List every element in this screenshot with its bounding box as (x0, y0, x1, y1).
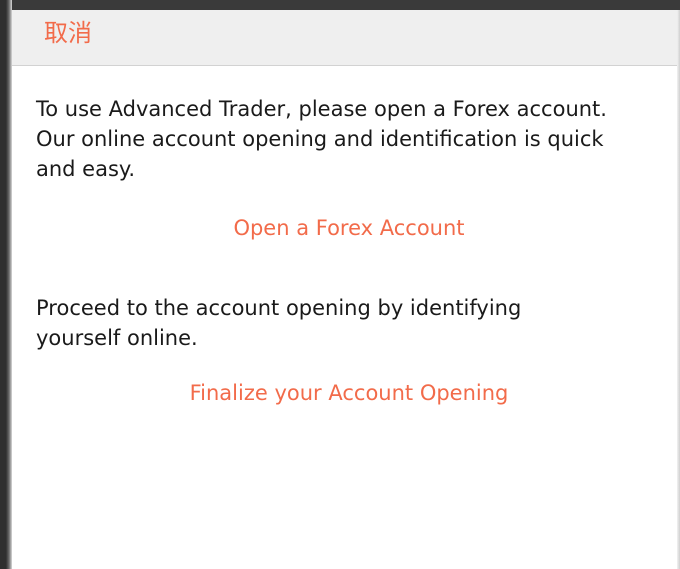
finalize-account-opening-link[interactable]: Finalize your Account Opening (36, 378, 662, 408)
window-top-border (0, 0, 680, 10)
dialog-window: 取消 To use Advanced Trader, please open a… (0, 0, 680, 569)
open-forex-account-link[interactable]: Open a Forex Account (36, 213, 662, 243)
window-left-border (0, 0, 12, 569)
proceed-text: Proceed to the account opening by identi… (36, 296, 522, 350)
dialog-header: 取消 (12, 10, 677, 66)
cancel-button[interactable]: 取消 (44, 16, 92, 50)
intro-text: To use Advanced Trader, please open a Fo… (36, 97, 607, 181)
